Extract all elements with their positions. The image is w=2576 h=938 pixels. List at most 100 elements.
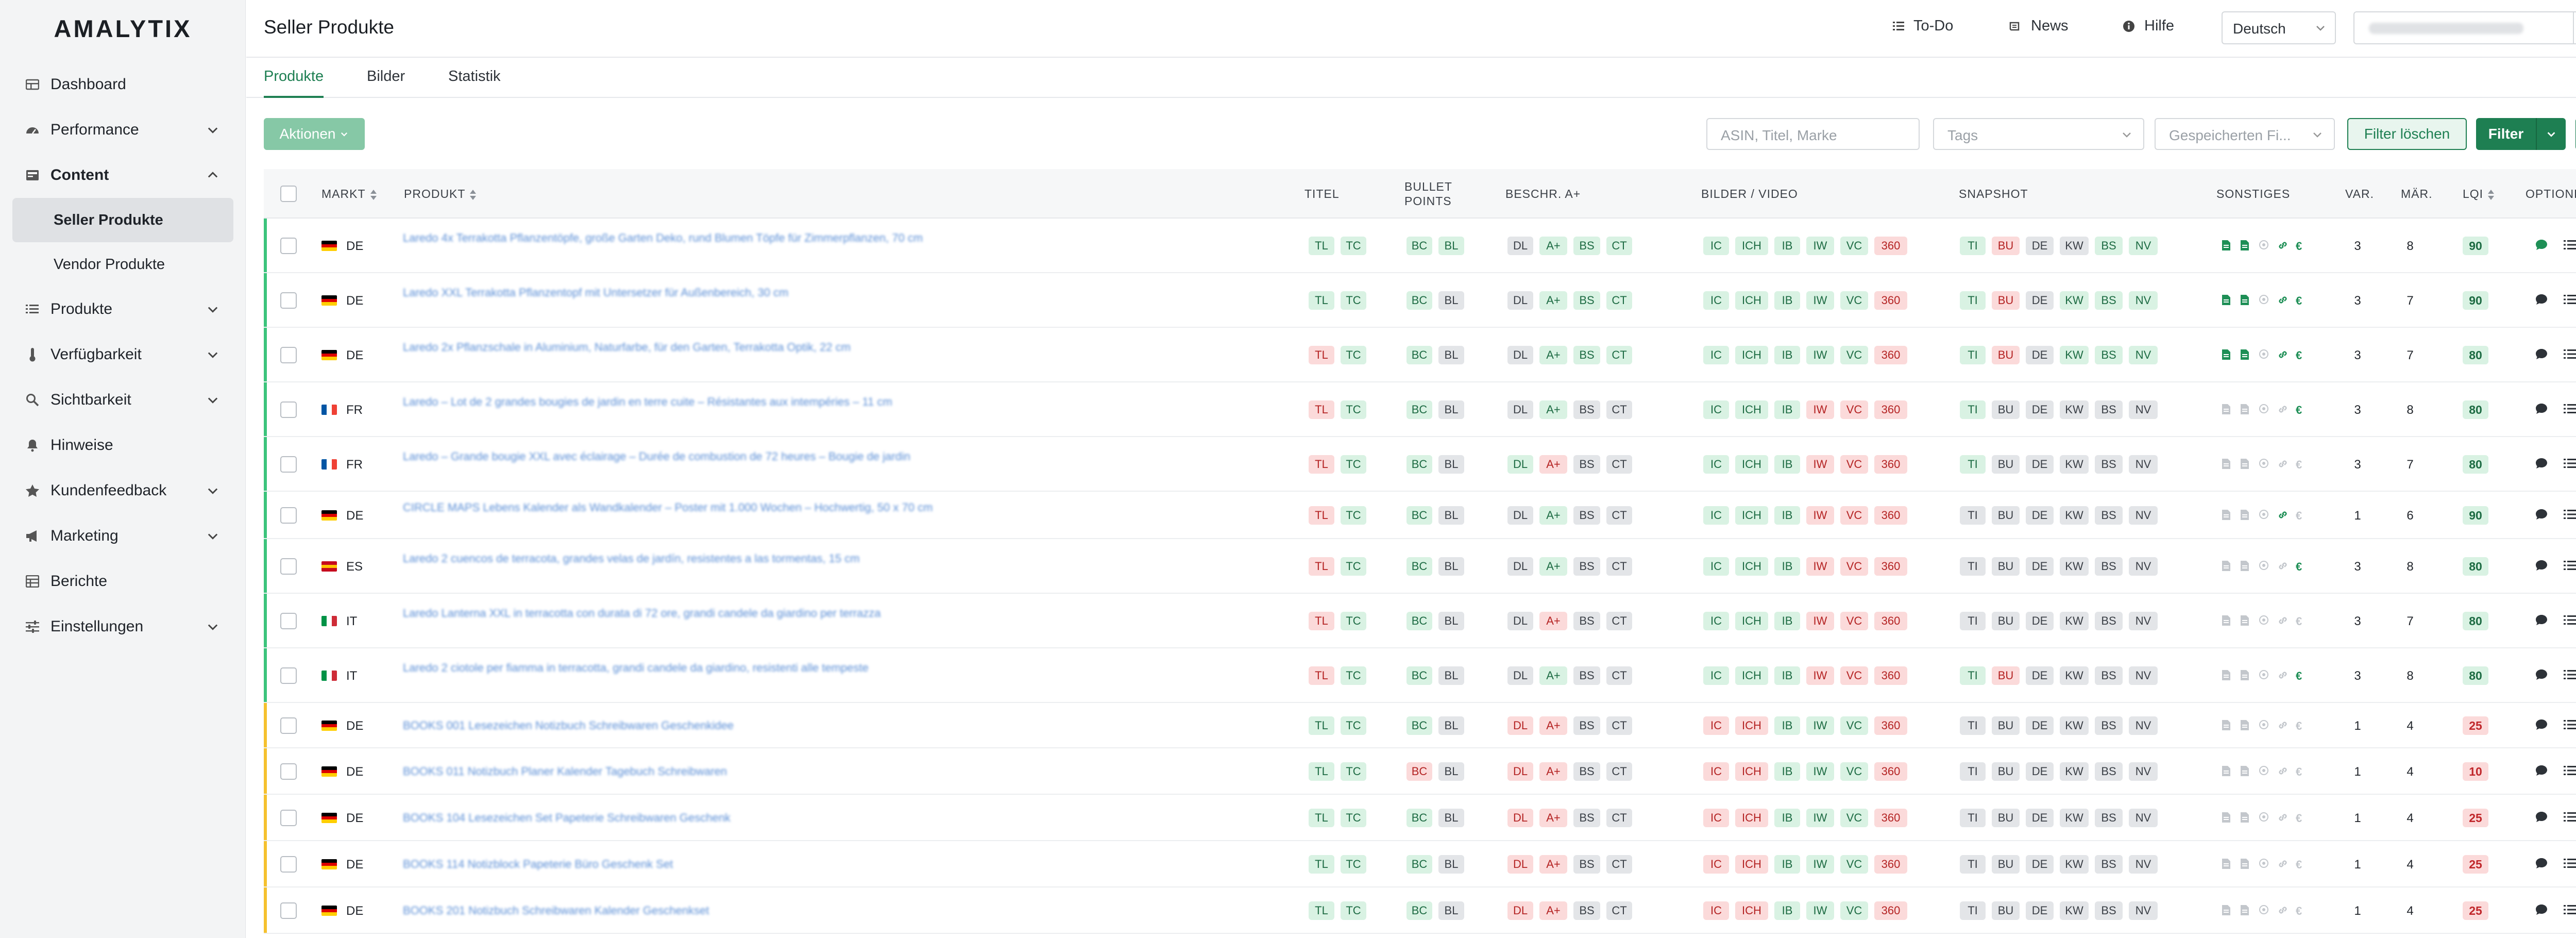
badge-bs[interactable]: BS [2095,400,2123,419]
badge-ct[interactable]: CT [1606,612,1632,630]
badge-dl[interactable]: DL [1507,855,1533,874]
badge-aplus[interactable]: A+ [1539,612,1567,630]
table-row[interactable]: DE Laredo XXL Terrakotta Pflanzentopf mit… [264,273,2576,328]
list-options-icon[interactable] [2564,457,2576,472]
badge-ti[interactable]: TI [1960,506,1986,525]
badge-tc[interactable]: TC [1341,612,1366,630]
table-row[interactable]: FR Laredo – Lot de 2 grandes bougies de j… [264,382,2576,437]
col-produkt[interactable]: PRODUKT [404,187,477,201]
badge-iw[interactable]: IW [1806,400,1834,419]
badge-kw[interactable]: KW [2060,346,2089,364]
badge-tl[interactable]: TL [1309,557,1334,576]
badge-bs[interactable]: BS [1573,291,1600,310]
link-icon[interactable] [2277,509,2287,522]
badge-bs[interactable]: BS [2095,557,2123,576]
tab-produkte[interactable]: Produkte [264,68,324,98]
badge-360[interactable]: 360 [1874,455,1907,474]
badge-kw[interactable]: KW [2060,716,2089,735]
badge-nv[interactable]: NV [2129,506,2158,525]
product-title-link[interactable]: BOOKS 011 Notizbuch Planer Kalender Tage… [403,764,1274,779]
doc-icon[interactable] [2240,615,2250,627]
row-checkbox[interactable] [280,292,297,309]
eye-icon[interactable] [2259,560,2269,573]
col-markt[interactable]: MARKT [321,187,377,201]
badge-360[interactable]: 360 [1874,612,1907,630]
badge-ti[interactable]: TI [1960,809,1986,827]
badge-vc[interactable]: VC [1840,557,1868,576]
doc-icon[interactable] [2222,404,2232,416]
badge-360[interactable]: 360 [1874,291,1907,310]
badge-dl[interactable]: DL [1507,346,1533,364]
badge-bs[interactable]: BS [1573,237,1600,255]
badge-bc[interactable]: BC [1406,666,1432,685]
badge-360[interactable]: 360 [1874,237,1907,255]
badge-bs[interactable]: BS [2095,716,2123,735]
list-options-icon[interactable] [2564,811,2576,825]
badge-bu[interactable]: BU [1992,237,2020,255]
badge-tc[interactable]: TC [1341,901,1366,920]
badge-bu[interactable]: BU [1992,716,2020,735]
badge-bl[interactable]: BL [1438,612,1464,630]
badge-ti[interactable]: TI [1960,901,1986,920]
badge-360[interactable]: 360 [1874,855,1907,874]
badge-tc[interactable]: TC [1341,557,1366,576]
badge-tc[interactable]: TC [1341,809,1366,827]
table-row[interactable]: DE CIRCLE MAPS Lebens Kalender als Wandka… [264,492,2576,539]
sidebar-subitem-vendor-produkte[interactable]: Vendor Produkte [0,242,246,287]
badge-360[interactable]: 360 [1874,400,1907,419]
eye-icon[interactable] [2259,765,2269,778]
badge-aplus[interactable]: A+ [1539,506,1567,525]
badge-ct[interactable]: CT [1606,557,1632,576]
row-checkbox[interactable] [280,856,297,873]
list-options-icon[interactable] [2564,903,2576,918]
badge-bc[interactable]: BC [1406,809,1432,827]
comment-icon[interactable] [2535,614,2549,628]
badge-iw[interactable]: IW [1806,901,1834,920]
product-title-link[interactable]: Laredo 2 ciotole per fiamma in terracott… [403,660,1274,676]
eye-icon[interactable] [2259,615,2269,627]
select-all-checkbox[interactable] [280,186,297,202]
eye-icon[interactable] [2259,812,2269,824]
row-checkbox[interactable] [280,810,297,826]
todo-link[interactable]: To-Do [1893,18,1953,35]
doc-icon[interactable] [2240,404,2250,416]
badge-tc[interactable]: TC [1341,506,1366,525]
badge-kw[interactable]: KW [2060,455,2089,474]
badge-aplus[interactable]: A+ [1539,716,1567,735]
badge-bs[interactable]: BS [2095,901,2123,920]
badge-de[interactable]: DE [2026,612,2054,630]
doc-icon[interactable] [2222,812,2232,824]
comment-icon[interactable] [2535,348,2549,362]
badge-bs[interactable]: BS [1573,901,1600,920]
row-checkbox[interactable] [280,667,297,684]
badge-bl[interactable]: BL [1438,346,1464,364]
doc-icon[interactable] [2240,765,2250,778]
badge-ic[interactable]: IC [1703,612,1729,630]
table-row[interactable]: DE BOOKS 114 Notizblock Papeterie Büro Ge… [264,841,2576,887]
euro-icon[interactable]: € [2296,904,2306,917]
eye-icon[interactable] [2259,458,2269,471]
actions-button[interactable]: Aktionen [264,118,365,150]
language-select[interactable]: Deutsch [2222,11,2336,44]
badge-aplus[interactable]: A+ [1539,557,1567,576]
badge-kw[interactable]: KW [2060,762,2089,781]
badge-bs[interactable]: BS [1573,716,1600,735]
badge-kw[interactable]: KW [2060,612,2089,630]
product-title-link[interactable]: BOOKS 001 Lesezeichen Notizbuch Schreibw… [403,718,1274,733]
badge-iw[interactable]: IW [1806,237,1834,255]
badge-vc[interactable]: VC [1840,809,1868,827]
badge-ic[interactable]: IC [1703,855,1729,874]
badge-bl[interactable]: BL [1438,762,1464,781]
table-row[interactable]: DE BOOKS 201 Notizbuch Schreibwaren Kalen… [264,887,2576,934]
doc-icon[interactable] [2240,509,2250,522]
badge-ct[interactable]: CT [1606,291,1632,310]
filter-dropdown-button[interactable] [2536,118,2566,150]
row-checkbox[interactable] [280,238,297,254]
doc-icon[interactable] [2222,560,2232,573]
row-checkbox[interactable] [280,347,297,363]
badge-tl[interactable]: TL [1309,346,1334,364]
badge-bl[interactable]: BL [1438,855,1464,874]
amalytix-logo[interactable]: AMALYTIX [0,14,246,43]
badge-de[interactable]: DE [2026,809,2054,827]
comment-icon[interactable] [2535,508,2549,523]
